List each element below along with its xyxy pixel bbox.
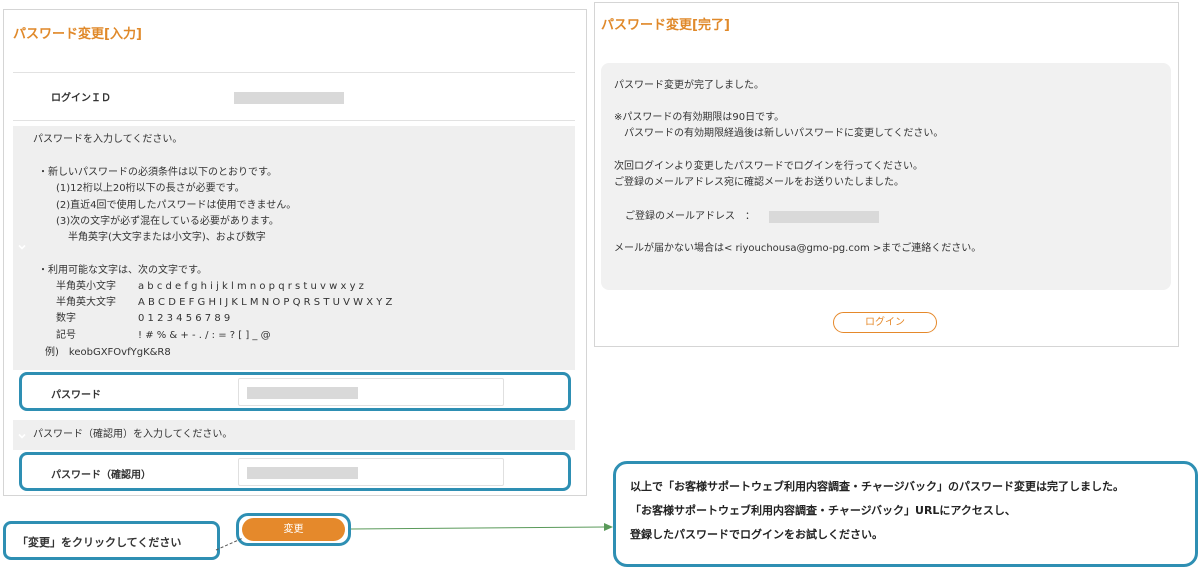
change-button[interactable]: 変更 [242, 518, 345, 541]
password-example: 例) keobGXFOvfYgK&R8 [45, 347, 171, 358]
requirement-detail: 半角英字(大文字または小文字)、および数字 [68, 232, 266, 243]
requirement-item: (1)12桁以上20桁以下の長さが必要です。 [56, 183, 245, 194]
confirm-password-input-mask [247, 467, 358, 479]
message-line: パスワードの有効期限経過後は新しいパスワードに変更してください。 [614, 128, 944, 139]
divider [13, 120, 575, 121]
message-line: ※パスワードの有効期限は90日です。 [614, 112, 785, 123]
note-pointer-line [215, 537, 244, 551]
message-line: 次回ログインより変更したパスワードでログインを行ってください。 [614, 161, 923, 172]
chevron-down-icon[interactable] [18, 243, 26, 251]
confirm-password-label: パスワード（確認用） [51, 470, 151, 481]
login-button[interactable]: ログイン [833, 312, 937, 333]
password-instructions-area [13, 126, 575, 370]
requirements-heading: ・新しいパスワードの必須条件は以下のとおりです。 [38, 167, 277, 178]
chevron-down-icon[interactable] [18, 432, 26, 440]
charset-label: 半角英小文字 [56, 281, 116, 292]
charset-label: 半角英大文字 [56, 297, 116, 308]
password-input-mask [247, 387, 358, 399]
charset-label: 数字 [56, 313, 76, 324]
registered-email-value [769, 211, 879, 223]
callout-line: 「お客様サポートウェブ利用内容調査・チャージバック」URLにアクセスし、 [630, 504, 1016, 517]
message-line: メールが届かない場合は< riyouchousa@gmo-pg.com >までご… [614, 243, 982, 254]
confirm-instruction: パスワード（確認用）を入力してください。 [33, 429, 233, 440]
complete-panel-title: パスワード変更[完了] [601, 18, 730, 33]
input-panel-title: パスワード変更[入力] [13, 27, 142, 42]
password-instruction: パスワードを入力してください。 [33, 134, 183, 145]
callout-line: 登録したパスワードでログインをお試しください。 [630, 528, 883, 541]
divider [13, 72, 575, 73]
login-id-label: ログインＩＤ [51, 93, 111, 104]
password-label: パスワード [51, 390, 101, 401]
message-line: パスワード変更が完了しました。 [614, 80, 764, 91]
usable-chars-heading: ・利用可能な文字は、次の文字です。 [38, 265, 207, 276]
callout-line: 以上で「お客様サポートウェブ利用内容調査・チャージバック」のパスワード変更は完了… [630, 480, 1125, 493]
charset-chars: a b c d e f g h i j k l m n o p q r s t … [138, 281, 364, 292]
charset-chars: A B C D E F G H I J K L M N O P Q R S T … [138, 297, 393, 308]
registered-email-label: ご登録のメールアドレス ： [625, 211, 755, 222]
requirement-item: (3)次の文字が必ず混在している必要があります。 [56, 216, 279, 227]
click-note: 「変更」をクリックしてください [17, 536, 182, 549]
charset-chars: ! # % & + - . / : = ? [ ] _ @ [138, 330, 271, 341]
arrow-right-icon [350, 523, 613, 531]
login-id-value [234, 92, 344, 104]
charset-chars: 0 1 2 3 4 5 6 7 8 9 [138, 313, 231, 324]
requirement-item: (2)直近4回で使用したパスワードは使用できません。 [56, 200, 297, 211]
message-line: ご登録のメールアドレス宛に確認メールをお送りいたしました。 [614, 177, 904, 188]
charset-label: 記号 [56, 330, 76, 341]
